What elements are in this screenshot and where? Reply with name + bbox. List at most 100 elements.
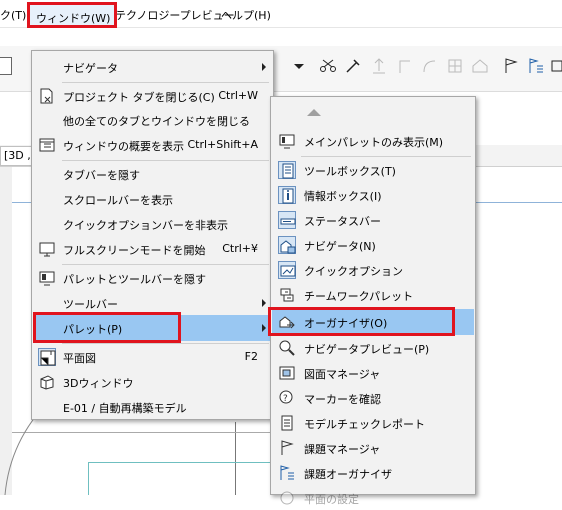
menu-item-hide-palettes[interactable]: パレットとツールバーを隠す	[33, 266, 272, 290]
menu-technology-preview[interactable]: テクノロジープレビュー	[115, 8, 235, 24]
menu-item-navigator[interactable]: ナビゲータ	[33, 55, 272, 79]
roof-icon[interactable]	[471, 57, 489, 75]
flag-icon[interactable]	[502, 57, 520, 75]
main-palette-icon	[278, 132, 296, 150]
submenu-arrow-icon	[262, 324, 266, 332]
menu-item-label: ナビゲータプレビュー(P)	[304, 343, 430, 356]
toolbar-cut-icon[interactable]	[0, 57, 12, 75]
submenu-item-marker-check[interactable]: ? マーカーを確認	[272, 386, 474, 410]
menu-item-label: パレットとツールバーを隠す	[63, 273, 206, 286]
document-tab-3d[interactable]: [3D ,	[0, 146, 32, 166]
menu-item-label: プロジェクト タブを閉じる(C)	[63, 91, 215, 104]
grid-offset-icon[interactable]	[446, 57, 464, 75]
more-icon[interactable]	[550, 57, 562, 75]
fullscreen-icon	[38, 240, 56, 258]
menu-item-label: ステータスバー	[304, 215, 381, 228]
menu-item-label: 課題オーガナイザ	[304, 468, 392, 481]
menu-item-label: クイックオプションバーを非表示	[63, 219, 228, 232]
info-box-icon	[278, 186, 296, 204]
menu-item-label: E-01 / 自動再構築モデル	[63, 402, 187, 415]
dropdown-arrow-icon[interactable]	[290, 57, 308, 75]
menu-item-3d-window[interactable]: 3Dウィンドウ	[33, 370, 272, 394]
menu-item-show-scrollbar[interactable]: スクロールバーを表示	[33, 187, 272, 211]
elevate-icon[interactable]	[370, 57, 388, 75]
corner-icon[interactable]	[396, 57, 414, 75]
menu-separator	[62, 343, 269, 344]
canvas-cyan-line-v	[88, 462, 89, 495]
menu-item-label: 平面の設定	[304, 493, 359, 506]
scroll-up-icon[interactable]	[307, 109, 321, 116]
navigator-icon	[278, 236, 296, 254]
menu-item-label: 他の全てのタブとウインドウを閉じる	[63, 115, 250, 128]
menu-item-hide-quick-options[interactable]: クイックオプションバーを非表示	[33, 212, 272, 236]
menu-item-floor-plan[interactable]: 平面図 F2	[33, 345, 272, 369]
menu-item-close-tab[interactable]: プロジェクト タブを閉じる(C) Ctrl+W	[33, 84, 272, 108]
menu-item-shortcut: Ctrl+¥	[222, 242, 258, 255]
toolbox-icon	[278, 161, 296, 179]
menu-item-label: ウィンドウの概要を表示	[63, 140, 184, 153]
menu-item-shortcut: F2	[244, 350, 258, 363]
submenu-item-teamwork[interactable]: チームワークパレット	[272, 283, 474, 307]
menu-separator	[301, 156, 471, 157]
submenu-item-info-box[interactable]: 情報ボックス(I)	[272, 183, 474, 207]
curve-icon[interactable]	[420, 57, 438, 75]
submenu-item-drawing-manager[interactable]: 図面マネージャ	[272, 361, 474, 385]
window-menu: ナビゲータ プロジェクト タブを閉じる(C) Ctrl+W 他の全てのタブとウイ…	[31, 50, 274, 420]
submenu-item-plane-settings[interactable]: 平面の設定	[272, 486, 474, 510]
menu-item-label: スクロールバーを表示	[63, 194, 173, 207]
floor-plan-icon	[38, 348, 56, 366]
submenu-item-issue-manager[interactable]: 課題マネージャ	[272, 436, 474, 460]
document-tab-label: [3D ,	[4, 149, 31, 162]
3d-window-icon	[38, 373, 56, 391]
menu-item-shortcut: Ctrl+W	[218, 89, 258, 102]
menu-item-label: ナビゲータ(N)	[304, 240, 376, 253]
menu-item-label: ナビゲータ	[63, 62, 118, 75]
issue-manager-icon	[278, 439, 296, 457]
menu-separator	[62, 82, 269, 83]
marker-check-icon: ?	[278, 389, 296, 407]
annotation-box-palette	[33, 312, 181, 343]
menu-item-window-overview[interactable]: ウィンドウの概要を表示 Ctrl+Shift+A	[33, 133, 272, 157]
menu-item-label: タブバーを隠す	[63, 169, 140, 182]
menu-window-label: ウィンドウ(W)	[36, 12, 111, 25]
issue-organizer-icon	[278, 464, 296, 482]
submenu-item-status-bar[interactable]: ステータスバー	[272, 208, 474, 232]
menu-item-label: 情報ボックス(I)	[304, 190, 382, 203]
annotation-box-organizer	[268, 307, 455, 336]
menu-tools[interactable]: ク(T)	[0, 8, 26, 24]
menu-item-label: モデルチェックレポート	[304, 418, 425, 431]
svg-text:?: ?	[283, 394, 288, 404]
menu-item-shortcut: Ctrl+Shift+A	[187, 138, 258, 151]
menu-item-label: フルスクリーンモードを開始	[63, 244, 206, 257]
menu-item-label: 図面マネージャ	[304, 368, 381, 381]
menu-item-label: 平面図	[63, 352, 96, 365]
menu-item-hide-tabbar[interactable]: タブバーを隠す	[33, 162, 272, 186]
canvas-cyan-line	[88, 462, 278, 463]
plane-settings-icon	[278, 489, 296, 507]
menu-help[interactable]: ヘルプ(H)	[221, 8, 271, 24]
submenu-arrow-icon	[262, 299, 266, 307]
menu-window[interactable]: ウィンドウ(W)	[27, 2, 117, 28]
submenu-item-model-check[interactable]: モデルチェックレポート	[272, 411, 474, 435]
scissors-icon[interactable]	[319, 57, 337, 75]
menu-item-label: ツールボックス(T)	[304, 165, 396, 178]
menu-separator	[62, 264, 269, 265]
menu-item-label: ツールバー	[63, 298, 118, 311]
submenu-item-navigator-preview[interactable]: ナビゲータプレビュー(P)	[272, 336, 474, 360]
menu-item-e01-model[interactable]: E-01 / 自動再構築モデル	[33, 395, 272, 419]
submenu-item-main-palette-only[interactable]: メインパレットのみ表示(M)	[272, 129, 474, 153]
submenu-item-toolbox[interactable]: ツールボックス(T)	[272, 158, 474, 182]
menu-item-close-others[interactable]: 他の全てのタブとウインドウを閉じる	[33, 108, 272, 132]
list-flag-icon[interactable]	[527, 57, 545, 75]
submenu-item-quick-options[interactable]: クイックオプション	[272, 258, 474, 282]
close-tab-icon	[38, 87, 56, 105]
menu-item-label: メインパレットのみ表示(M)	[304, 136, 444, 149]
menu-item-label: 3Dウィンドウ	[63, 377, 134, 390]
submenu-item-issue-organizer[interactable]: 課題オーガナイザ	[272, 461, 474, 485]
magic-wand-icon[interactable]	[344, 57, 362, 75]
teamwork-icon	[278, 286, 296, 304]
menu-item-label: チームワークパレット	[304, 290, 414, 303]
submenu-item-navigator[interactable]: ナビゲータ(N)	[272, 233, 474, 257]
menu-item-fullscreen[interactable]: フルスクリーンモードを開始 Ctrl+¥	[33, 237, 272, 261]
window-overview-icon	[38, 136, 56, 154]
